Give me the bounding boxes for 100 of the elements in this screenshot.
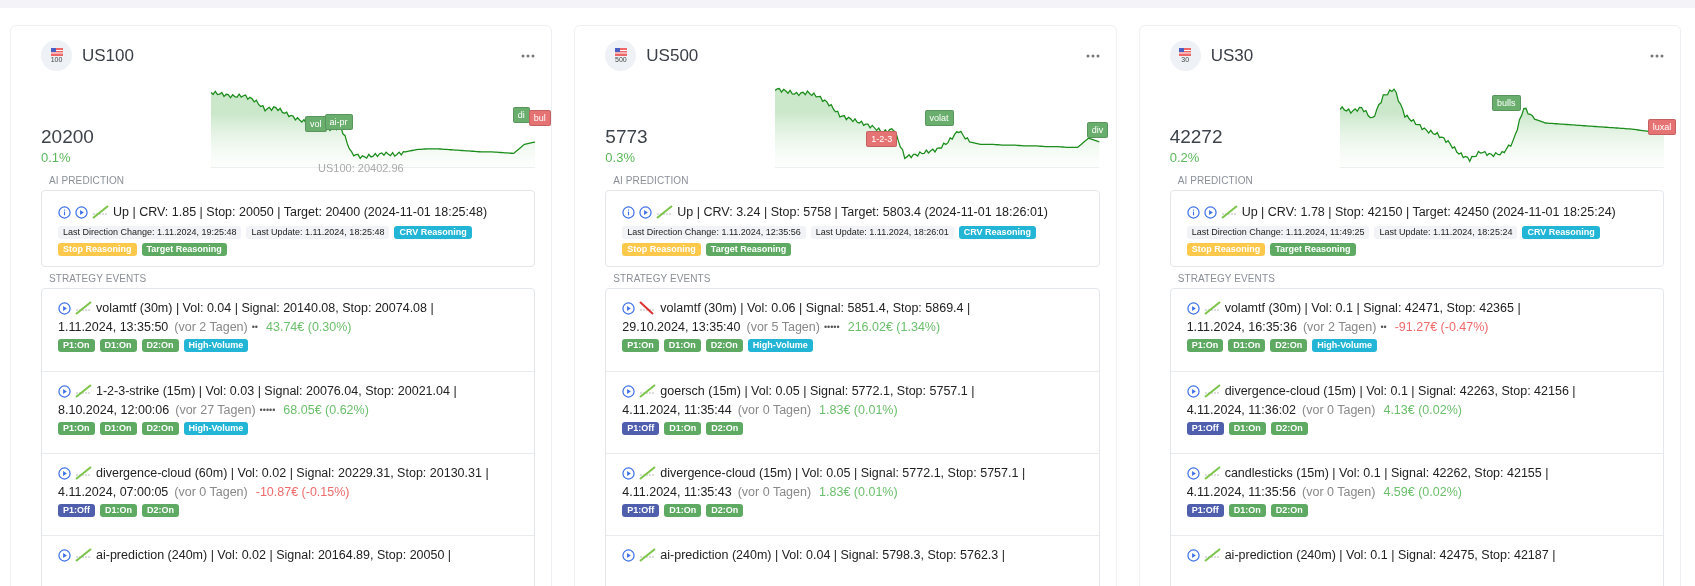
status-tag: High-Volume	[183, 422, 249, 435]
info-icon[interactable]	[622, 205, 636, 219]
event-title: 1-2-3-strike (15m) | Vol: 0.03 | Signal: 20076.04, Stop: 20021.04 |	[96, 384, 457, 398]
play-icon[interactable]	[622, 384, 636, 398]
reasoning-tag[interactable]: CRV Reasoning	[394, 226, 472, 239]
info-icon[interactable]	[1186, 205, 1200, 219]
price-value: 42272	[1169, 125, 1224, 149]
reasoning-tag[interactable]: CRV Reasoning	[1522, 226, 1600, 239]
play-icon[interactable]	[1203, 205, 1217, 219]
pnl-value: 68.05€ (0.62%)	[283, 403, 369, 417]
play-icon[interactable]	[639, 205, 653, 219]
pnl-value: 4.13€ (0.02%)	[1383, 403, 1462, 417]
play-icon[interactable]	[622, 548, 636, 562]
play-icon[interactable]	[1186, 548, 1200, 562]
info-tag: Last Update: 1.11.2024, 18:25:48	[246, 226, 390, 239]
status-tag: D1:On	[99, 339, 137, 352]
status-tag: D1:On	[1228, 422, 1266, 435]
tooltip-label: US100: 20402.96	[318, 161, 404, 174]
play-icon[interactable]	[622, 301, 636, 315]
status-tag: P1:On	[58, 339, 95, 352]
status-tag: D2:On	[1270, 339, 1308, 352]
chart-marker[interactable]: ai-pr	[324, 113, 353, 130]
play-icon[interactable]	[75, 205, 88, 219]
event-title: volamtf (30m) | Vol: 0.06 | Signal: 5851.4, Stop: 5869.4 |	[660, 301, 971, 315]
reasoning-tag[interactable]: CRV Reasoning	[958, 226, 1037, 239]
event-title: divergence-cloud (60m) | Vol: 0.02 | Signal: 20229.31, Stop: 20130.31 |	[96, 466, 489, 480]
info-icon[interactable]	[58, 205, 71, 219]
flag-icon	[614, 48, 627, 56]
event-date: 29.10.2024, 13:35:40	[622, 320, 741, 334]
status-tag: D1:On	[100, 504, 137, 517]
play-icon[interactable]	[1186, 384, 1200, 398]
reasoning-tag[interactable]: Stop Reasoning	[1186, 243, 1266, 256]
play-icon[interactable]	[1186, 466, 1200, 480]
price-value: 20200	[41, 125, 95, 149]
section-heading: STRATEGY EVENTS	[1176, 272, 1276, 286]
flag-icon	[1179, 48, 1192, 56]
pnl-value: 1.83€ (0.01%)	[819, 403, 898, 417]
status-tag: P1:On	[1186, 339, 1224, 352]
play-icon[interactable]	[58, 384, 71, 398]
info-tag: Last Direction Change: 1.11.2024, 19:25:48	[58, 226, 242, 239]
play-icon[interactable]	[622, 466, 636, 480]
info-tag: Last Update: 1.11.2024, 18:25:24	[1374, 226, 1518, 239]
status-tag: D2:On	[705, 339, 743, 352]
play-icon[interactable]	[1186, 301, 1200, 315]
chart-marker[interactable]: volat	[924, 110, 954, 127]
info-tag: Last Update: 1.11.2024, 18:26:01	[810, 226, 954, 239]
event-title: candlesticks (15m) | Vol: 0.1 | Signal: 42262, Stop: 42155 |	[1224, 466, 1549, 480]
prediction-summary: Up | CRV: 1.85 | Stop: 20050 | Target: 20400 (2024-11-01 18:25:48)	[113, 205, 488, 219]
price-value: 5773	[605, 125, 649, 149]
info-tag: Last Direction Change: 1.11.2024, 12:35:56	[622, 226, 806, 239]
strength-dots: •••••	[823, 322, 840, 332]
chart-marker[interactable]: 1-2-3	[866, 131, 898, 148]
reasoning-tag[interactable]: Target Reasoning	[1270, 243, 1356, 256]
event-title: ai-prediction (240m) | Vol: 0.02 | Signal: 20164.89, Stop: 20050 |	[96, 548, 452, 562]
chart-marker[interactable]: luxal	[1647, 118, 1677, 135]
event-title: ai-prediction (240m) | Vol: 0.1 | Signal: 42475, Stop: 42187 |	[1224, 548, 1556, 562]
chart-marker[interactable]: di	[512, 107, 530, 124]
section-heading: AI PREDICTION	[48, 174, 126, 188]
status-tag: P1:Off	[622, 504, 660, 517]
section-heading: AI PREDICTION	[612, 174, 690, 188]
event-age: (vor 5 Tagen)	[746, 320, 820, 334]
event-title: ai-prediction (240m) | Vol: 0.04 | Signal: 5798.3, Stop: 5762.3 |	[660, 548, 1005, 562]
chart-marker[interactable]: bul	[528, 110, 551, 127]
status-tag: D1:On	[1228, 504, 1266, 517]
pnl-value: 4.59€ (0.02%)	[1383, 485, 1462, 499]
info-tag: Last Direction Change: 1.11.2024, 11:49:25	[1186, 226, 1370, 239]
more-menu-button[interactable]	[1650, 53, 1664, 58]
event-title: divergence-cloud (15m) | Vol: 0.1 | Signal: 42263, Stop: 42156 |	[1224, 384, 1576, 398]
symbol-title: US30	[1210, 45, 1255, 66]
event-date: 4.11.2024, 11:35:56	[1186, 485, 1296, 499]
price-change: 0.2%	[1169, 149, 1201, 167]
reasoning-tag[interactable]: Target Reasoning	[141, 243, 227, 256]
pnl-value: -10.87€ (-0.15%)	[255, 485, 350, 499]
play-icon[interactable]	[58, 301, 71, 315]
status-tag: P1:On	[622, 339, 659, 352]
event-date: 4.11.2024, 07:00:05	[58, 485, 169, 499]
status-tag: D1:On	[663, 339, 701, 352]
chart-marker[interactable]: bulls	[1492, 95, 1521, 112]
play-icon[interactable]	[58, 466, 71, 480]
status-tag: P1:Off	[58, 504, 95, 517]
status-tag: D1:On	[664, 504, 702, 517]
more-menu-button[interactable]	[1085, 53, 1100, 58]
play-icon[interactable]	[58, 548, 71, 562]
reasoning-tag[interactable]: Stop Reasoning	[58, 243, 137, 256]
event-title: goersch (15m) | Vol: 0.05 | Signal: 5772.1, Stop: 5757.1 |	[660, 384, 975, 398]
status-tag: D1:On	[99, 422, 137, 435]
more-menu-button[interactable]	[521, 53, 536, 58]
status-tag: D2:On	[142, 504, 179, 517]
status-tag: P1:Off	[622, 422, 660, 435]
event-age: (vor 0 Tagen)	[737, 485, 812, 499]
reasoning-tag[interactable]: Target Reasoning	[705, 243, 792, 256]
symbol-title: US500	[646, 45, 700, 66]
reasoning-tag[interactable]: Stop Reasoning	[622, 243, 701, 256]
chart-marker[interactable]: vol	[305, 116, 327, 133]
section-heading: STRATEGY EVENTS	[48, 272, 148, 286]
prediction-summary: Up | CRV: 1.78 | Stop: 42150 | Target: 42450 (2024-11-01 18:25:24)	[1241, 205, 1616, 219]
chart-marker[interactable]: div	[1086, 122, 1109, 139]
event-age: (vor 2 Tagen)	[174, 320, 248, 334]
status-tag: D2:On	[706, 422, 744, 435]
event-date: 1.11.2024, 16:35:36	[1186, 320, 1297, 334]
